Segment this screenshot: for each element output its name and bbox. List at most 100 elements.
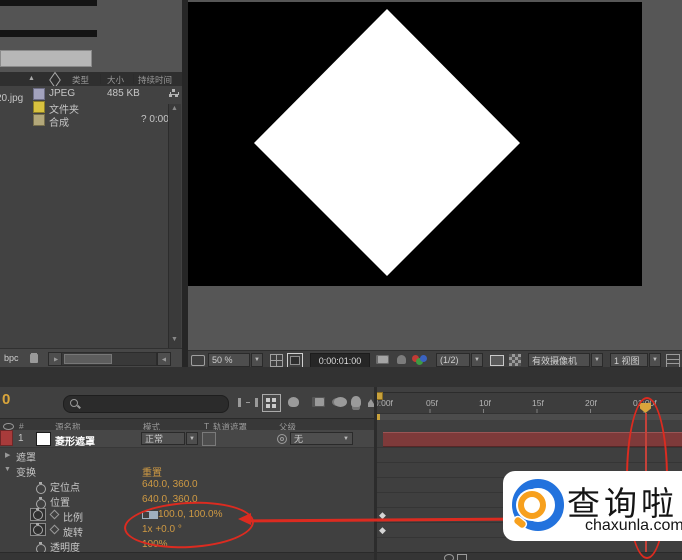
composition-icon [33, 114, 45, 126]
stopwatch-icon [33, 525, 43, 535]
hscroll-right-button[interactable]: ▲ [157, 352, 171, 366]
position-value[interactable]: 640.0, 360.0 [142, 494, 198, 505]
layer-row[interactable]: 1 菱形遮罩 正常 ▼ 无▼ [0, 430, 375, 448]
rotation-row[interactable]: 旋转 1x +0.0 ° [0, 522, 375, 537]
blend-mode-dropdown-button[interactable]: ▼ [186, 432, 198, 445]
region-of-interest-icon[interactable] [490, 355, 504, 366]
scroll-right-icon: ▲ [161, 356, 168, 363]
stopwatch-enabled[interactable] [30, 523, 46, 536]
work-area-bar[interactable] [375, 413, 682, 420]
project-row-folder[interactable]: 文件夹 [0, 100, 182, 113]
rotation-value[interactable]: 1x +0.0 ° [142, 524, 182, 535]
zoom-select[interactable]: 50 % [208, 353, 250, 367]
keyframe-diamond[interactable]: ◆ [379, 510, 386, 521]
timeline-column-divider[interactable] [374, 387, 377, 560]
column-duration[interactable]: 持续时间 [138, 74, 172, 86]
blend-mode-select[interactable]: 正常 [141, 432, 185, 445]
grid-guides-icon[interactable] [270, 354, 283, 367]
constrain-proportions-icon[interactable] [142, 511, 150, 519]
channels-icon[interactable] [412, 354, 428, 366]
scale-value[interactable]: 100.0, 100.0% [158, 509, 223, 520]
watermark: 查询啦 chaxunla.com [503, 471, 682, 541]
anchor-point-value[interactable]: 640.0, 360.0 [142, 479, 198, 490]
layer-number: 1 [18, 433, 24, 444]
project-rows: 20.jpg JPEG 485 KB 文件夹 合成 ? 0:00 [0, 86, 182, 348]
chevron-down-icon: ▼ [254, 357, 260, 363]
layer-label-color[interactable] [0, 430, 13, 446]
resolution-dropdown-button[interactable]: ▼ [471, 353, 483, 367]
horizontal-divider[interactable] [0, 367, 682, 387]
current-time-display[interactable]: 0 [2, 391, 10, 408]
camera-dropdown-button[interactable]: ▼ [591, 353, 603, 367]
chevron-down-icon: ▼ [474, 357, 480, 363]
column-type[interactable]: 类型 [72, 74, 89, 86]
timeline-search-input[interactable] [63, 395, 229, 413]
time-ruler[interactable]: 0:00f 05f 10f 15f 20f 01:00f [375, 392, 682, 415]
bpc-button[interactable]: bpc [4, 353, 19, 363]
flowchart-icon[interactable] [169, 89, 179, 99]
keyframe-navigator-icon[interactable] [50, 525, 60, 535]
stopwatch-enabled[interactable] [30, 508, 46, 521]
row-separator [377, 462, 682, 463]
camera-select[interactable]: 有效摄像机 [528, 353, 590, 367]
toggle-switches-icon[interactable] [444, 554, 454, 560]
pixel-aspect-icon[interactable] [666, 354, 680, 368]
keyframe-diamond[interactable]: ◆ [379, 525, 386, 536]
pick-whip-icon[interactable] [277, 434, 287, 444]
track-matte-checkbox[interactable] [202, 432, 216, 446]
trash-icon[interactable] [30, 354, 38, 363]
opacity-row[interactable]: 透明度 100% [0, 537, 375, 552]
parent-select[interactable]: 无▼ [290, 432, 353, 445]
composition-type: 合成 [49, 114, 69, 129]
comp-canvas[interactable] [188, 2, 642, 286]
masks-group-row[interactable]: ▶ 遮罩 [0, 447, 375, 462]
project-panel: ▲ 类型 大小 持续时间 20.jpg JPEG 485 KB 文件夹 [0, 0, 182, 367]
collapse-triangle-icon[interactable]: ▼ [4, 466, 11, 473]
hscroll-left-button[interactable]: ▲ [48, 352, 62, 366]
parent-value: 无 [294, 432, 303, 445]
view-dropdown-button[interactable]: ▼ [649, 353, 661, 367]
footage-icon [33, 88, 45, 100]
show-snapshot-icon[interactable] [397, 355, 406, 364]
magnification-icon[interactable] [191, 355, 205, 366]
transform-group-row[interactable]: ▼ 变换 重置 [0, 462, 375, 477]
panel-strip [0, 30, 97, 37]
ruler-tick-label: 15f [532, 398, 544, 408]
anchor-point-row[interactable]: 定位点 640.0, 360.0 [0, 477, 375, 492]
mini-flowchart-button[interactable] [262, 394, 281, 412]
hscroll-thumb[interactable] [64, 354, 112, 364]
brainstorm-icon[interactable] [351, 396, 361, 407]
scroll-down-icon[interactable]: ▼ [171, 336, 178, 343]
timecode-style-icon[interactable] [238, 398, 258, 407]
column-size[interactable]: 大小 [107, 74, 124, 86]
eye-icon [3, 423, 14, 430]
chevron-down-icon: ▼ [343, 436, 349, 442]
composition-viewer: 50 % ▼ 0:00:01:00 (1/2) ▼ 有效摄像机 ▼ 1 视图 ▼ [188, 0, 682, 367]
frame-blend-icon[interactable] [312, 397, 325, 407]
scale-row[interactable]: 比例 100.0, 100.0% [0, 507, 375, 522]
safe-margins-icon[interactable] [287, 353, 303, 368]
sort-arrow-icon[interactable]: ▲ [28, 75, 35, 82]
view-layout-select[interactable]: 1 视图 [610, 353, 648, 367]
project-row-composition[interactable]: 合成 ? 0:00 [0, 113, 182, 126]
project-row-footage[interactable]: 20.jpg JPEG 485 KB [0, 87, 182, 100]
layer-duration-bar[interactable] [383, 432, 682, 447]
resolution-select[interactable]: (1/2) [436, 353, 470, 367]
toggle-modes-icon[interactable] [457, 554, 467, 560]
keyframe-navigator-icon[interactable] [50, 510, 60, 520]
item-name-field[interactable] [0, 50, 92, 67]
zoom-dropdown-button[interactable]: ▼ [251, 353, 263, 367]
project-hscrollbar[interactable] [61, 352, 157, 366]
expand-triangle-icon[interactable]: ▶ [5, 451, 10, 459]
transparency-grid-icon[interactable] [509, 354, 521, 366]
footage-size: 485 KB [107, 88, 140, 99]
motion-blur-icon[interactable] [334, 397, 347, 407]
snapshot-camera-icon[interactable] [376, 355, 389, 364]
project-vscrollbar[interactable]: ▲ ▼ [168, 104, 181, 348]
opacity-value[interactable]: 100% [142, 539, 168, 550]
shy-icon[interactable] [288, 397, 299, 407]
layer-name[interactable]: 菱形遮罩 [55, 433, 95, 448]
position-row[interactable]: 位置 640.0, 360.0 [0, 492, 375, 507]
search-icon-handle [77, 405, 81, 409]
scroll-up-icon[interactable]: ▲ [171, 105, 178, 112]
